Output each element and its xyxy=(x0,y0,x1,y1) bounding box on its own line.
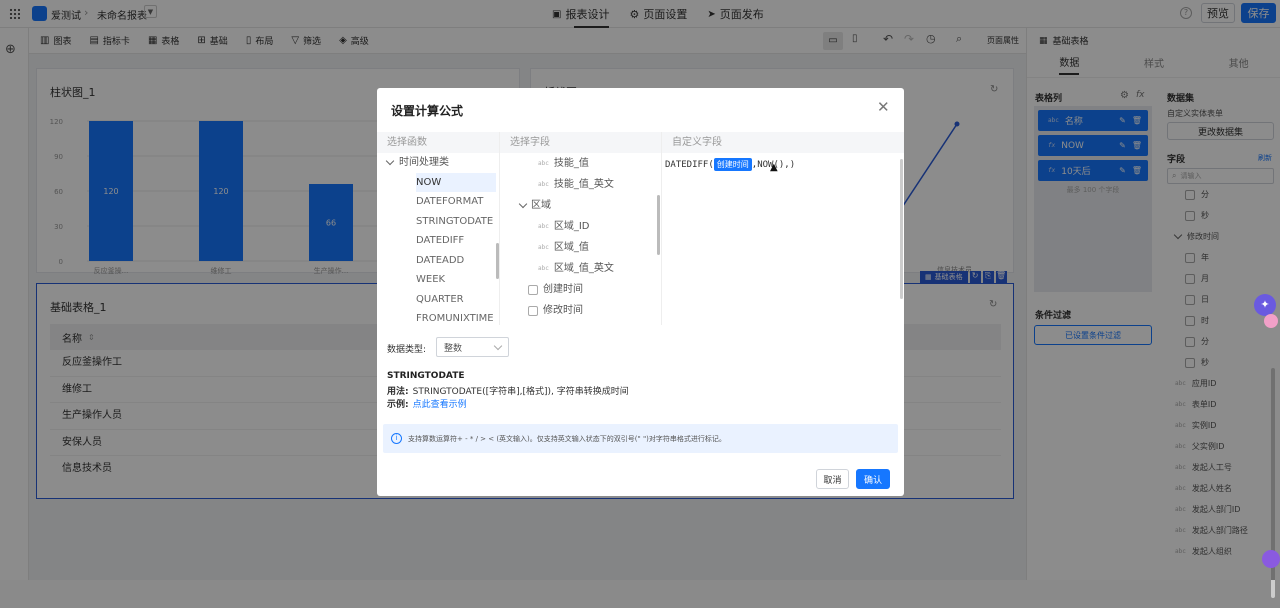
info-banner: i 支持算数运算符+ - * / > < (英文输入)。仅支持英文输入状态下的双… xyxy=(383,424,898,453)
function-group-label: 时间处理类 xyxy=(399,157,449,168)
help-function-name: STRINGTODATE xyxy=(387,371,465,381)
field-type-tag: abc xyxy=(538,181,549,188)
field-item[interactable]: abc 区域_ID xyxy=(500,216,661,237)
field-label: 技能_值 xyxy=(553,158,589,169)
function-scrollbar[interactable] xyxy=(496,243,499,279)
help-usage-text: STRINGTODATE([字符串],[格式]), 字符串转换成时间 xyxy=(412,387,629,397)
function-item[interactable]: NOW xyxy=(377,172,499,192)
function-item[interactable]: STRINGTODATE xyxy=(377,212,499,232)
col-custom-header: 自定义字段 xyxy=(662,132,904,153)
field-label: 技能_值_英文 xyxy=(553,179,614,190)
close-icon[interactable]: ✕ xyxy=(877,98,890,116)
field-type-tag: abc xyxy=(538,244,549,251)
dialog-title: 设置计算公式 xyxy=(391,104,464,118)
col-fields-header: 选择字段 xyxy=(500,132,662,153)
data-type-select[interactable]: 整数 xyxy=(436,337,509,357)
function-label: QUARTER xyxy=(416,293,464,305)
cancel-button[interactable]: 取消 xyxy=(816,469,849,489)
chevron-down-icon xyxy=(385,157,395,166)
formula-prefix: DATEDIFF( xyxy=(665,159,714,170)
chevron-down-icon xyxy=(493,341,503,350)
function-label: DATEDIFF xyxy=(416,235,465,246)
function-label: FROMUNIXTIME xyxy=(416,313,494,324)
chevron-down-icon xyxy=(518,199,528,209)
field-group-label: 区域 xyxy=(531,200,551,211)
assistant-badge-icon[interactable] xyxy=(1264,314,1278,328)
field-item[interactable]: abc 区域_值_英文 xyxy=(500,258,661,279)
cursor-icon: ▲ xyxy=(770,162,778,173)
field-scrollbar[interactable] xyxy=(657,195,660,255)
field-label: 修改时间 xyxy=(543,305,583,316)
data-type-label: 数据类型: xyxy=(387,345,427,355)
formula-editor[interactable]: DATEDIFF( 创建时间 ,NOW(),) ▲ xyxy=(662,153,904,325)
field-type-tag: abc xyxy=(538,160,549,167)
confirm-button[interactable]: 确认 xyxy=(856,469,890,489)
col-functions-header: 选择函数 xyxy=(377,132,500,153)
field-type-tag: abc xyxy=(538,223,549,230)
formula-scrollbar[interactable] xyxy=(900,159,903,299)
dialog-columns-header: 选择函数 选择字段 自定义字段 xyxy=(377,132,904,153)
formula-dialog: 设置计算公式 ✕ 选择函数 选择字段 自定义字段 时间处理类 NOW DATEFO… xyxy=(377,88,904,496)
field-item[interactable]: abc 技能_值_英文 xyxy=(500,174,661,195)
field-item[interactable]: 创建时间 xyxy=(500,279,661,300)
function-item[interactable]: DATEFORMAT xyxy=(377,192,499,212)
info-text: 支持算数运算符+ - * / > < (英文输入)。仅支持英文输入状态下的双引号… xyxy=(408,434,726,443)
data-type-value: 整数 xyxy=(444,343,463,354)
help-usage-label: 用法: xyxy=(387,387,409,397)
function-item[interactable]: QUARTER xyxy=(377,290,499,310)
field-item[interactable]: 修改时间 xyxy=(500,300,661,321)
function-list: 时间处理类 NOW DATEFORMAT STRINGTODATE DATEDIFF D… xyxy=(377,153,500,325)
field-label: 区域_ID xyxy=(553,221,590,232)
field-label: 创建时间 xyxy=(543,284,583,295)
function-item[interactable]: WEEK xyxy=(377,270,499,290)
help-example: 示例: 点此查看示例 xyxy=(387,397,467,410)
field-picker: abc 技能_值 abc 技能_值_英文 区域 abc 区域_ID abc 区域_值 a… xyxy=(500,153,662,325)
function-group[interactable]: 时间处理类 xyxy=(377,153,499,173)
cancel-label: 取消 xyxy=(823,475,842,486)
field-label: 区域_值 xyxy=(553,242,589,253)
chat-icon[interactable] xyxy=(1262,550,1280,568)
info-icon: i xyxy=(391,433,402,444)
field-label: 区域_值_英文 xyxy=(553,263,614,274)
function-label: NOW xyxy=(416,172,496,192)
help-example-link[interactable]: 点此查看示例 xyxy=(413,397,467,410)
assistant-icon[interactable]: ✦ xyxy=(1254,294,1276,316)
date-icon xyxy=(528,305,538,316)
function-item[interactable]: DATEADD xyxy=(377,251,499,271)
function-label: DATEADD xyxy=(416,254,465,266)
formula-field-chip[interactable]: 创建时间 xyxy=(713,158,752,171)
function-item[interactable]: FROMUNIXTIME xyxy=(377,309,499,325)
field-item[interactable]: abc 技能_值 xyxy=(500,153,661,174)
field-type-tag: abc xyxy=(538,265,549,272)
field-group[interactable]: 区域 xyxy=(500,195,661,216)
function-item[interactable]: DATEDIFF xyxy=(377,231,499,251)
function-label: DATEFORMAT xyxy=(416,196,484,207)
date-icon xyxy=(528,284,538,295)
confirm-label: 确认 xyxy=(863,475,882,486)
function-label: STRINGTODATE xyxy=(416,215,494,227)
field-item[interactable]: abc 区域_值 xyxy=(500,237,661,258)
help-usage: 用法: STRINGTODATE([字符串],[格式]), 字符串转换成时间 xyxy=(387,384,629,397)
help-example-label: 示例: xyxy=(387,400,409,410)
function-label: WEEK xyxy=(416,274,446,285)
